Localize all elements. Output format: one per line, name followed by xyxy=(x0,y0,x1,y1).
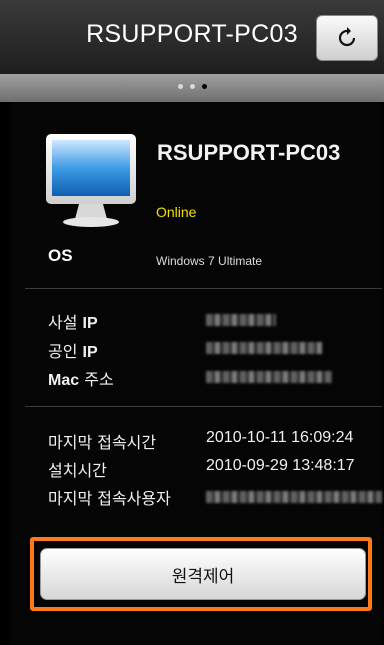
refresh-button[interactable] xyxy=(316,15,378,61)
title-bar: RSUPPORT-PC03 xyxy=(0,0,384,75)
install-time-value: 2010-09-29 13:48:17 xyxy=(206,457,355,474)
device-name: RSUPPORT-PC03 xyxy=(157,140,341,165)
mac-address-value-redacted xyxy=(206,371,332,383)
install-time-label: 설치시간 xyxy=(48,461,107,480)
public-ip-label: 공인 IP xyxy=(48,342,98,361)
os-label: OS xyxy=(48,246,73,265)
page-dot[interactable] xyxy=(189,84,195,89)
public-ip-value-redacted xyxy=(206,342,322,354)
last-access-label: 마지막 접속시간 xyxy=(48,433,157,452)
last-user-value-redacted xyxy=(206,491,382,503)
page-dots xyxy=(0,84,384,89)
status-badge: Online xyxy=(156,204,197,220)
mac-address-label: Mac 주소 xyxy=(48,370,114,389)
refresh-icon xyxy=(338,27,356,47)
os-value: Windows 7 Ultimate xyxy=(156,254,263,268)
divider xyxy=(25,406,382,407)
page-dot-active[interactable] xyxy=(201,84,207,89)
monitor-icon xyxy=(46,134,136,227)
remote-control-button[interactable]: 원격제어 xyxy=(40,548,366,600)
private-ip-value-redacted xyxy=(206,314,276,326)
last-access-value: 2010-10-11 16:09:24 xyxy=(206,429,354,446)
page-indicator-bar xyxy=(0,74,384,102)
divider xyxy=(25,288,382,289)
page-dot[interactable] xyxy=(177,84,183,89)
private-ip-label: 사설 IP xyxy=(48,313,98,332)
last-user-label: 마지막 접속사용자 xyxy=(48,489,171,508)
